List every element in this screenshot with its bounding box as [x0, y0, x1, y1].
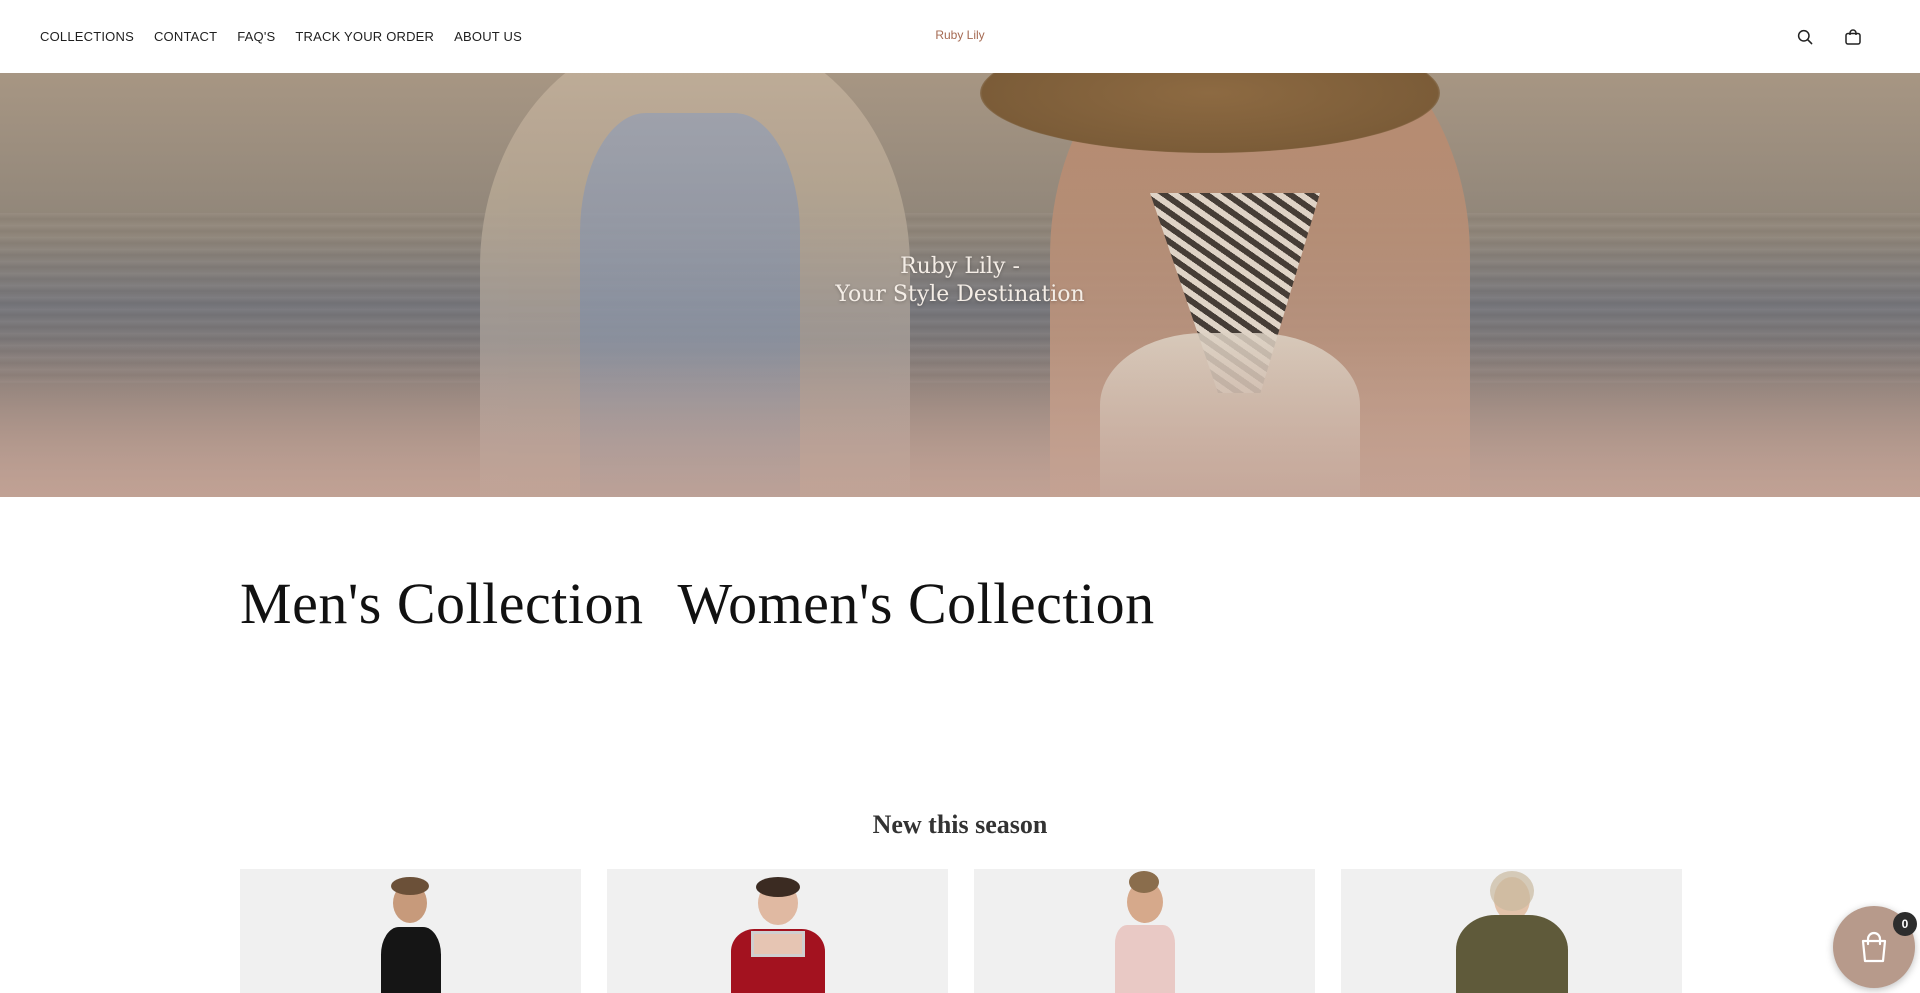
hero-fade [0, 337, 1920, 497]
nav-collections[interactable]: COLLECTIONS [40, 29, 134, 44]
nav-track-order[interactable]: TRACK YOUR ORDER [295, 29, 434, 44]
nav-contact[interactable]: CONTACT [154, 29, 217, 44]
search-icon[interactable] [1792, 24, 1818, 50]
bag-icon[interactable] [1840, 24, 1866, 50]
product-card[interactable] [607, 869, 948, 993]
product-card[interactable] [240, 869, 581, 993]
product-card[interactable] [974, 869, 1315, 993]
product-image [1095, 871, 1195, 993]
cart-count-badge: 0 [1893, 912, 1917, 936]
product-card[interactable] [1341, 869, 1682, 993]
mens-collection-link[interactable]: Men's Collection [240, 570, 643, 637]
nav-faqs[interactable]: FAQ'S [237, 29, 275, 44]
main-nav: COLLECTIONS CONTACT FAQ'S TRACK YOUR ORD… [40, 0, 522, 73]
product-image [723, 877, 833, 993]
header-icons [1792, 24, 1866, 50]
hero-banner: Ruby Lily - Your Style Destination [0, 73, 1920, 497]
new-season-title: New this season [872, 810, 1048, 839]
nav-about-us[interactable]: ABOUT US [454, 29, 522, 44]
collection-links: Men's Collection Women's Collection [240, 570, 1155, 637]
brand-logo[interactable]: Ruby Lily [935, 28, 984, 42]
product-image [1452, 871, 1572, 993]
womens-collection-link[interactable]: Women's Collection [677, 570, 1154, 637]
hero-heading: Ruby Lily - Your Style Destination [0, 253, 1920, 309]
product-image [371, 877, 451, 993]
hero-line-1: Ruby Lily - [900, 254, 1020, 279]
product-grid [240, 869, 1682, 993]
shopping-bag-icon [1861, 931, 1887, 963]
site-header: COLLECTIONS CONTACT FAQ'S TRACK YOUR ORD… [0, 0, 1920, 73]
hero-line-2: Your Style Destination [835, 282, 1085, 307]
